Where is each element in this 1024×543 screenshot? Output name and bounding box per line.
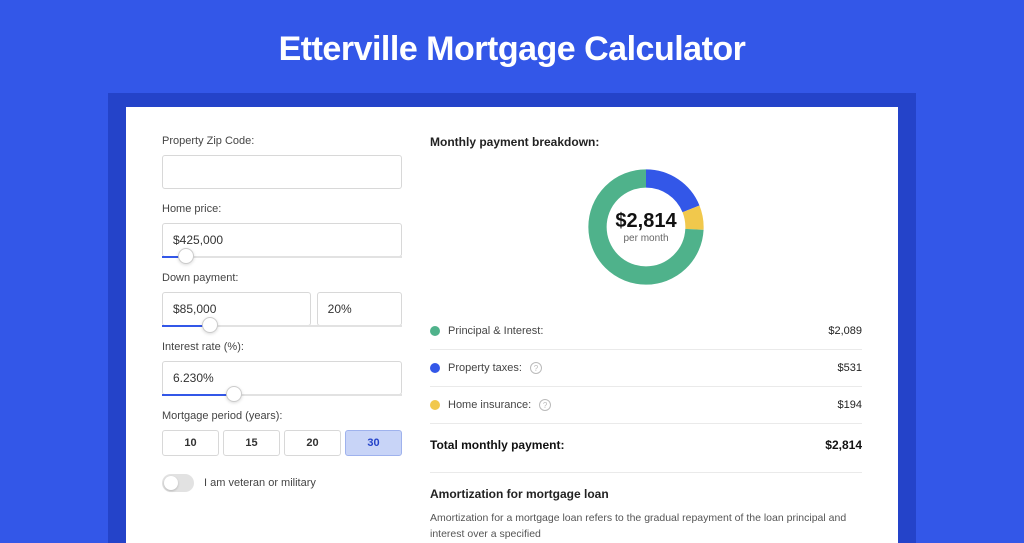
divider [430,472,862,473]
veteran-label: I am veteran or military [204,477,316,489]
divider [430,386,862,387]
home-price-input[interactable] [162,223,402,257]
breakdown-title: Monthly payment breakdown: [430,135,862,149]
veteran-toggle[interactable] [162,474,194,492]
down-payment-field: Down payment: [162,272,402,327]
info-icon[interactable]: ? [530,362,542,374]
down-payment-label: Down payment: [162,272,402,284]
interest-slider[interactable] [162,394,402,396]
legend-dot-insurance [430,400,440,410]
interest-label: Interest rate (%): [162,341,402,353]
down-payment-amount-input[interactable] [162,292,311,326]
period-options: 10 15 20 30 [162,430,402,456]
legend-principal-label: Principal & Interest: [448,325,543,337]
veteran-toggle-knob [164,476,178,490]
legend-insurance-value: $194 [838,399,862,411]
page-title: Etterville Mortgage Calculator [0,0,1024,93]
down-payment-pct-input[interactable] [317,292,402,326]
period-20-button[interactable]: 20 [284,430,341,456]
zip-input[interactable] [162,155,402,189]
interest-slider-handle[interactable] [226,386,242,402]
home-price-slider-handle[interactable] [178,248,194,264]
legend-taxes-value: $531 [838,362,862,374]
amortization-title: Amortization for mortgage loan [430,487,862,501]
zip-field: Property Zip Code: [162,135,402,189]
divider [430,423,862,424]
home-price-slider[interactable] [162,256,402,258]
donut-center: $2,814 per month [582,163,710,291]
divider [430,349,862,350]
calculator-card: Property Zip Code: Home price: Down paym… [126,107,898,543]
veteran-toggle-row: I am veteran or military [162,474,402,492]
home-price-field: Home price: [162,203,402,258]
down-payment-slider-handle[interactable] [202,317,218,333]
donut-center-sub: per month [623,233,668,244]
legend-insurance-row: Home insurance: ? $194 [430,391,862,419]
legend-taxes-row: Property taxes: ? $531 [430,354,862,382]
amortization-text: Amortization for a mortgage loan refers … [430,511,862,543]
interest-field: Interest rate (%): [162,341,402,396]
total-value: $2,814 [825,438,862,452]
legend-taxes-label: Property taxes: [448,362,522,374]
card-frame: Property Zip Code: Home price: Down paym… [108,93,916,543]
period-15-button[interactable]: 15 [223,430,280,456]
home-price-label: Home price: [162,203,402,215]
legend-insurance-label: Home insurance: [448,399,531,411]
period-field: Mortgage period (years): 10 15 20 30 [162,410,402,456]
down-payment-slider[interactable] [162,325,402,327]
total-row: Total monthly payment: $2,814 [430,428,862,468]
donut-chart: $2,814 per month [582,163,710,291]
period-label: Mortgage period (years): [162,410,402,422]
period-10-button[interactable]: 10 [162,430,219,456]
zip-label: Property Zip Code: [162,135,402,147]
period-30-button[interactable]: 30 [345,430,402,456]
donut-center-amount: $2,814 [615,210,676,233]
total-label: Total monthly payment: [430,438,564,452]
legend-principal-row: Principal & Interest: $2,089 [430,317,862,345]
legend-dot-taxes [430,363,440,373]
input-panel: Property Zip Code: Home price: Down paym… [162,135,402,543]
donut-chart-wrap: $2,814 per month [430,163,862,291]
info-icon[interactable]: ? [539,399,551,411]
interest-input[interactable] [162,361,402,395]
breakdown-panel: Monthly payment breakdown: $2,814 per mo… [430,135,862,543]
legend-dot-principal [430,326,440,336]
legend-principal-value: $2,089 [828,325,862,337]
